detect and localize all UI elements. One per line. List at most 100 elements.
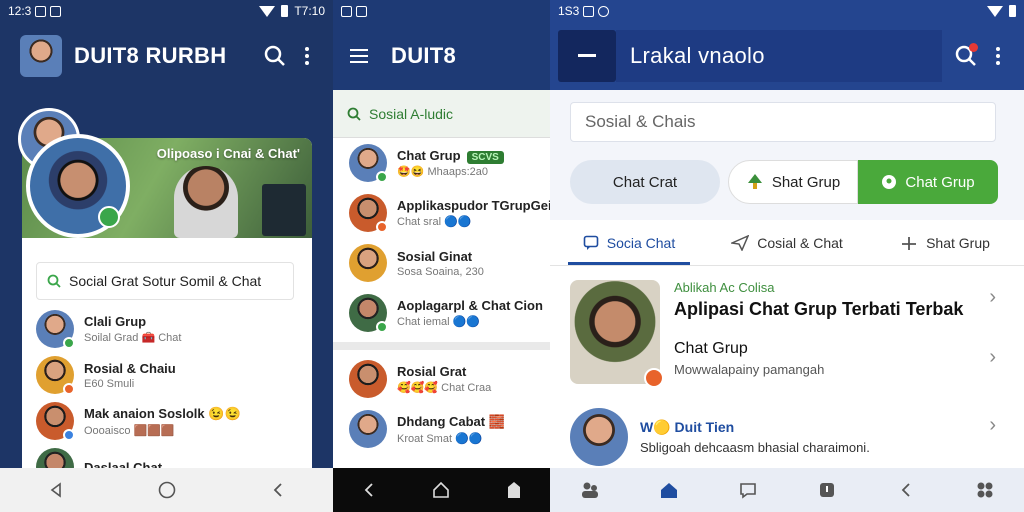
status-bar xyxy=(333,0,550,22)
filter-chips: Chat Crat Shat Grup Chat Grup xyxy=(570,160,998,204)
image-icon xyxy=(341,5,352,17)
list-item-name: Rosial Grat xyxy=(397,364,467,379)
list-item[interactable]: Sosial Ginat Sosa Soaina, 230 xyxy=(333,238,550,288)
system-nav-bar xyxy=(333,468,550,512)
chip-label: Chat Crat xyxy=(612,173,678,191)
group-icon xyxy=(882,175,897,189)
search-input[interactable]: Sosial & Chais xyxy=(570,102,996,142)
chip-chat-crat[interactable]: Chat Crat xyxy=(570,160,720,204)
chevron-left-icon[interactable] xyxy=(890,474,922,506)
list-item-sub: E60 Smuli xyxy=(84,377,135,390)
list-item-name: Sosial Ginat xyxy=(397,248,473,264)
list-item-sub: Oooaisco 🟫🟫🟫 xyxy=(84,424,175,437)
tablet-screen-right: 1S3 Lrakal vnaolo Sosial & Chais Chat Cr… xyxy=(550,0,1024,512)
tab-label: Socia Chat xyxy=(606,234,676,251)
app-title: DUIT8 RURBH xyxy=(74,43,227,68)
notification-badge xyxy=(644,368,664,388)
back-icon[interactable] xyxy=(40,474,72,506)
online-badge xyxy=(376,221,388,233)
menu-icon[interactable] xyxy=(558,30,616,82)
search-placeholder: Sosial & Chais xyxy=(585,112,696,131)
tab-bar: Socia Chat Cosial & Chat Shat Grup xyxy=(550,220,1024,266)
avatar xyxy=(36,402,75,441)
content-feed: Ablikah Ac Colisa Aplipasi Chat Grup Ter… xyxy=(550,266,1024,468)
system-nav-bar xyxy=(0,468,333,512)
list-item[interactable]: Dhdang Cabat 🧱 Kroat Smat 🔵🔵 xyxy=(333,404,550,454)
people-icon[interactable] xyxy=(574,474,606,506)
section-divider xyxy=(333,342,550,350)
pin-icon xyxy=(902,236,917,250)
home-icon[interactable] xyxy=(151,474,183,506)
more-vert-icon[interactable] xyxy=(982,40,1014,72)
online-badge xyxy=(376,171,388,183)
search-text: Social Grat Sotur Somil & Chat xyxy=(69,273,262,289)
item-headline: Aplipasi Chat Grup Terbati Terbak xyxy=(674,299,964,319)
chat-icon[interactable] xyxy=(732,474,764,506)
bottom-nav-bar xyxy=(550,468,1024,512)
list-item-sub: 🥰🥰🥰 Chat Craa xyxy=(397,382,492,394)
online-badge xyxy=(63,429,75,441)
status-bar: 12:3 T7:10 xyxy=(0,0,333,22)
list-item-name: Dhdang Cabat 🧱 xyxy=(397,413,505,429)
list-item-name: Aoplagarpl & Chat Cion xyxy=(397,298,543,313)
chevron-left-icon[interactable] xyxy=(262,474,294,506)
profile-avatar[interactable] xyxy=(20,35,62,77)
list-item[interactable]: Applikaspudor TGrupGei Chat sral 🔵🔵 xyxy=(333,188,550,238)
featured-user-avatar[interactable] xyxy=(26,134,130,238)
list-item-sub: Kroat Smat 🔵🔵 xyxy=(397,432,483,445)
search-icon xyxy=(47,274,61,288)
chip-chat-grup-active[interactable]: Chat Grup xyxy=(858,160,998,204)
list-item[interactable]: Aoplagarpl & Chat Cion Chat iemal 🔵🔵 xyxy=(333,288,550,338)
list-item[interactable]: Chat Grup SCVS 🤩😆 Mhaaps:2a0 xyxy=(333,138,550,188)
list-item[interactable]: Rosial & Chaiu E60 Smuli xyxy=(36,352,308,398)
menu-icon[interactable] xyxy=(343,40,375,72)
list-item-name: Mak anaion Soslolk 😉😉 xyxy=(84,405,241,421)
apps-icon[interactable] xyxy=(969,474,1001,506)
tree-icon xyxy=(747,174,762,189)
home-icon[interactable] xyxy=(425,474,457,506)
list-item[interactable]: Mak anaion Soslolk 😉😉 Oooaisco 🟫🟫🟫 xyxy=(36,398,308,444)
chevron-right-icon[interactable]: › xyxy=(989,286,996,309)
search-icon xyxy=(347,107,361,121)
search-field[interactable]: Sosial A-ludic xyxy=(333,90,550,138)
search-field[interactable]: Social Grat Sotur Somil & Chat xyxy=(36,262,294,300)
online-badge xyxy=(63,337,75,349)
avatar xyxy=(349,244,387,282)
search-icon[interactable] xyxy=(259,40,291,72)
chip-shat-grup[interactable]: Shat Grup xyxy=(728,160,858,204)
tab-socia-chat[interactable]: Socia Chat xyxy=(550,220,708,265)
chevron-left-icon[interactable] xyxy=(353,474,385,506)
app-title: DUIT8 xyxy=(391,43,457,68)
hero-person-image xyxy=(174,166,238,238)
image-icon xyxy=(583,5,595,17)
search-icon[interactable] xyxy=(950,40,982,72)
item-title: W🟡 Duit Tien xyxy=(640,419,870,436)
monitor-image xyxy=(262,184,306,236)
chat-bubble-icon xyxy=(583,235,599,250)
avatar xyxy=(570,408,628,466)
status-time: 1S3 xyxy=(558,4,580,18)
tab-label: Cosial & Chat xyxy=(757,234,843,251)
verified-badge xyxy=(98,206,120,228)
app-bar: Lrakal vnaolo xyxy=(550,22,1024,90)
main-content: Sosial & Chais Chat Crat Shat Grup Chat … xyxy=(550,90,1024,468)
notification-dot xyxy=(969,43,978,52)
bookmark-icon[interactable] xyxy=(811,474,843,506)
online-badge xyxy=(376,321,388,333)
list-item[interactable]: Rosial Grat 🥰🥰🥰 Chat Craa xyxy=(333,354,550,404)
more-vert-icon[interactable] xyxy=(291,40,323,72)
chevron-right-icon[interactable]: › xyxy=(989,414,996,437)
feed-item[interactable]: Ablikah Ac Colisa Aplipasi Chat Grup Ter… xyxy=(550,266,1024,398)
chip-label: Shat Grup xyxy=(771,173,841,191)
list-item-sub: Soilal Grad 🧰 Chat xyxy=(84,332,182,344)
status-pill: SCVS xyxy=(466,151,504,164)
chevron-right-icon[interactable]: › xyxy=(989,346,996,369)
feed-item[interactable]: W🟡 Duit Tien Sbligoah dehcaasm bhasial c… xyxy=(550,398,1024,476)
list-item[interactable]: Clali Grup Soilal Grad 🧰 Chat xyxy=(36,306,308,352)
home-icon[interactable] xyxy=(653,474,685,506)
bookmark-icon[interactable] xyxy=(498,474,530,506)
alarm-icon xyxy=(598,5,610,17)
tab-cosial-chat[interactable]: Cosial & Chat xyxy=(708,220,866,265)
list-item-sub: Sosa Soaina, 230 xyxy=(397,265,484,278)
tab-shat-grup[interactable]: Shat Grup xyxy=(866,220,1024,265)
